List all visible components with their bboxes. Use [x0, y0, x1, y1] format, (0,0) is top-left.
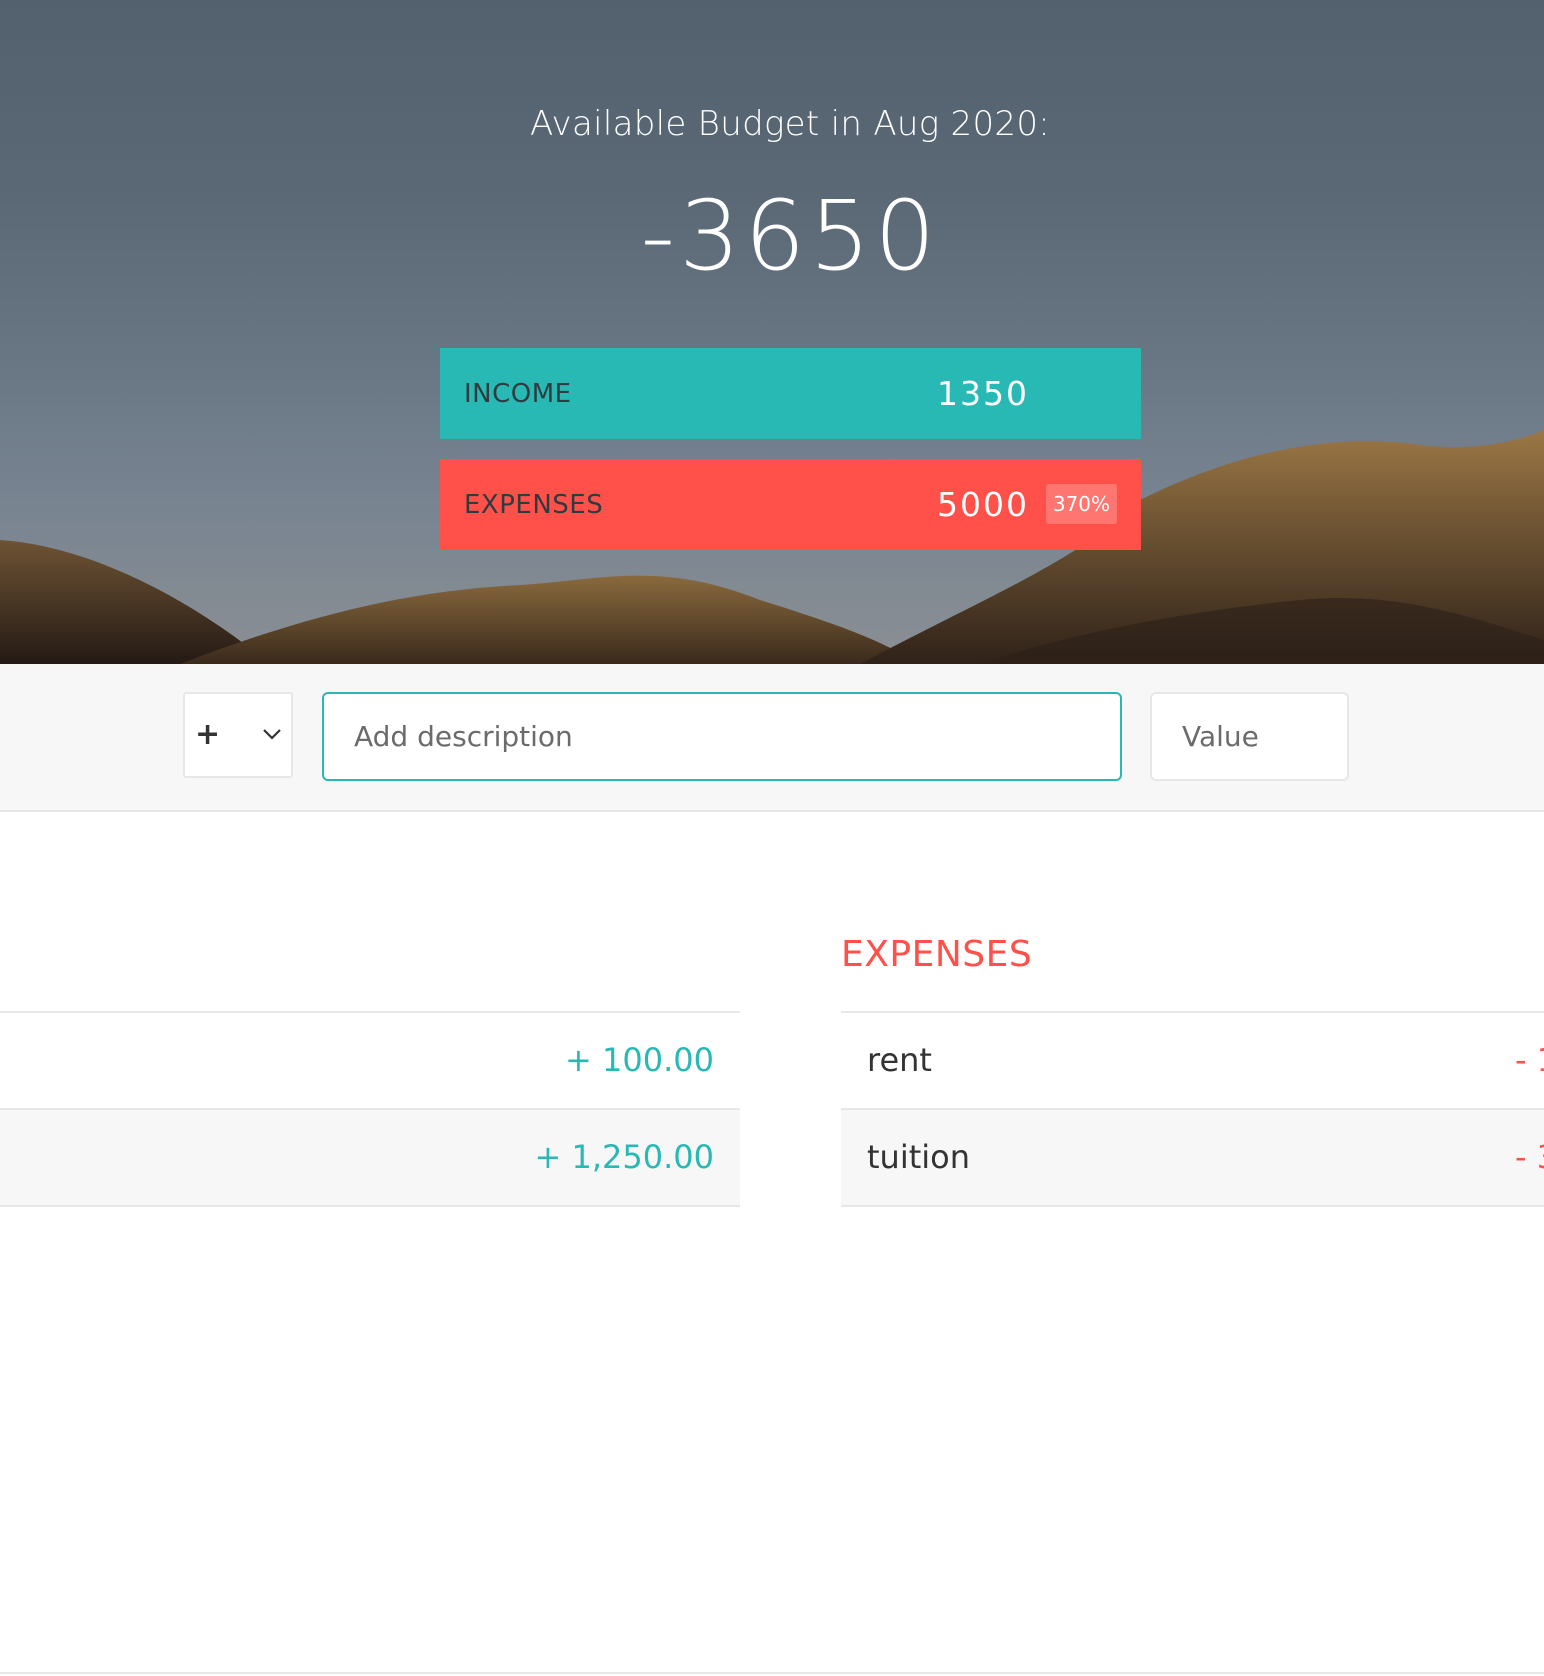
income-summary-value: 1350: [937, 374, 1029, 413]
income-list: + 100.00 + 1,250.00: [0, 1011, 740, 1207]
expenses-summary-label: EXPENSES: [464, 489, 604, 520]
expenses-percentage-badge: 370%: [1045, 484, 1117, 524]
expense-item[interactable]: rent - 1: [841, 1013, 1544, 1110]
income-item[interactable]: + 1,250.00: [0, 1110, 740, 1207]
expense-item-value: - 1: [1515, 1041, 1544, 1079]
hills-background-image: [0, 430, 1544, 664]
income-item-value: + 100.00: [565, 1041, 714, 1079]
budget-header: Available Budget in Aug 2020: -3650 INCO…: [0, 0, 1544, 664]
income-summary-label: INCOME: [464, 378, 572, 409]
expenses-summary: EXPENSES 5000 370%: [440, 459, 1141, 550]
income-summary: INCOME 1350: [440, 348, 1141, 439]
expense-item-value: - 3: [1515, 1138, 1544, 1176]
available-budget-value: -3650: [640, 180, 940, 292]
budget-title: Available Budget in Aug 2020:: [529, 104, 1051, 144]
income-item[interactable]: + 100.00: [0, 1013, 740, 1110]
bottom-divider: [0, 1672, 1544, 1674]
expense-item[interactable]: tuition - 3: [841, 1110, 1544, 1207]
expenses-summary-value: 5000: [937, 485, 1029, 524]
add-item-bar: +: [0, 664, 1544, 812]
type-select-value: +: [195, 717, 221, 752]
income-item-value: + 1,250.00: [534, 1138, 714, 1176]
expenses-list-title: EXPENSES: [841, 934, 1033, 975]
type-select[interactable]: +: [183, 692, 293, 778]
expense-item-description: rent: [867, 1041, 932, 1079]
expense-item-description: tuition: [867, 1138, 971, 1176]
expenses-list: rent - 1 tuition - 3: [841, 1011, 1544, 1207]
value-input[interactable]: [1150, 692, 1349, 781]
chevron-down-icon: [263, 729, 281, 740]
description-input[interactable]: [322, 692, 1122, 781]
